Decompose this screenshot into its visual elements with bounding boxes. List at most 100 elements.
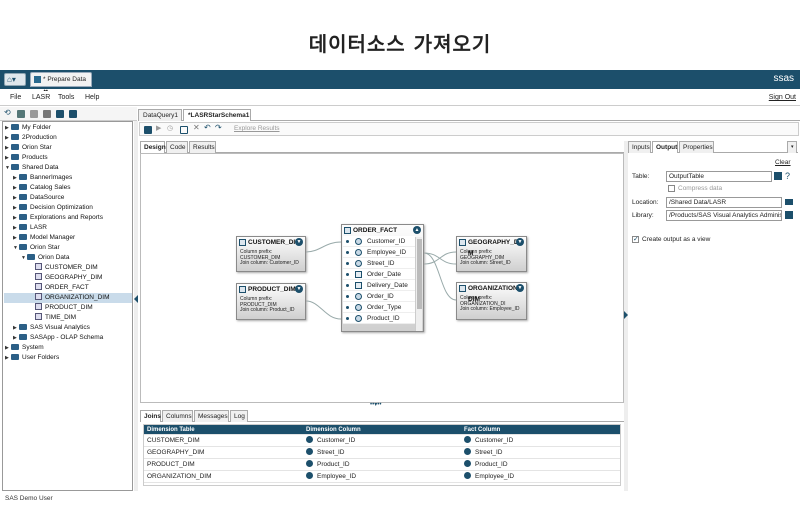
fact-column-item[interactable]: Order_ID <box>343 291 415 302</box>
tree-item[interactable]: ▶ My Folder <box>4 123 51 133</box>
chevron-down-icon[interactable]: ▼ <box>295 285 303 293</box>
tab-columns[interactable]: Columns <box>162 410 193 422</box>
menu-help[interactable]: Help <box>85 94 99 101</box>
bottom-splitter[interactable]: ••▾•• <box>360 401 400 409</box>
tab-code[interactable]: Code <box>166 141 188 153</box>
create-view-checkbox[interactable] <box>632 235 639 243</box>
select-icon[interactable] <box>180 126 188 134</box>
tab-results[interactable]: Results <box>189 141 216 153</box>
menu-tools[interactable]: Tools <box>58 94 74 101</box>
chevron-down-icon[interactable]: ▼ <box>516 284 524 292</box>
collapse-down-icon[interactable]: ••▾•• <box>370 401 381 408</box>
column-scrollbar[interactable] <box>415 237 422 331</box>
scrollbar-thumb[interactable] <box>417 239 422 309</box>
chevron-down-icon[interactable]: ▼ <box>516 238 524 246</box>
tree-item[interactable]: CUSTOMER_DIM <box>4 263 98 273</box>
tree-item[interactable]: ▶ Orion Star <box>4 143 52 153</box>
compress-checkbox[interactable] <box>668 185 675 192</box>
tree-item-label: TIME_DIM <box>45 314 77 321</box>
tree-item[interactable]: ▼ Orion Data <box>4 253 69 263</box>
location-input[interactable]: /Shared Data/LASR <box>666 197 782 208</box>
panel-menu-icon[interactable]: ▾ <box>787 141 797 153</box>
new-folder-icon[interactable] <box>30 110 38 118</box>
explore-results-link[interactable]: Explore Results <box>234 125 280 132</box>
tree-item[interactable]: ▶ System <box>4 343 44 353</box>
tab-inputs[interactable]: Inputs <box>628 141 651 153</box>
pin-icon[interactable] <box>56 110 64 118</box>
tree-item[interactable]: ORDER_FACT <box>4 283 89 293</box>
tree-item[interactable]: ▶ Model Manager <box>4 233 75 243</box>
library-browse-icon[interactable] <box>785 211 793 219</box>
tab-output[interactable]: Output <box>652 141 678 153</box>
chevron-up-icon[interactable]: ▲ <box>413 226 421 234</box>
tab-lasrstarschema1[interactable]: *LASRStarSchema1 <box>183 109 251 121</box>
fact-column-item[interactable]: Order_Date <box>343 269 415 280</box>
join-row[interactable]: GEOGRAPHY_DIM Street_ID Street_ID <box>144 447 620 459</box>
tree-item[interactable]: ▶ Explorations and Reports <box>4 213 103 223</box>
geography-dim-node[interactable]: GEOGRAPHY_DI M ▼ Column prefix: GEOGRAPHY_… <box>456 236 527 272</box>
delete-node-icon[interactable]: ✕ <box>193 123 201 132</box>
fact-column-item[interactable]: Employee_ID <box>343 247 415 258</box>
folder-browse-icon[interactable] <box>785 199 793 205</box>
product-dim-node[interactable]: PRODUCT_DIM ▼ Column prefix: PRODUCT_DIM J… <box>236 283 306 320</box>
tab-design[interactable]: Design <box>140 141 166 153</box>
order-fact-node[interactable]: ORDER_FACT ▲ Customer_ID Employee_ID Street… <box>341 224 424 332</box>
customer-dim-node[interactable]: CUSTOMER_DIM ▼ Column prefix: CUSTOMER_DIM… <box>236 236 306 272</box>
tree-item[interactable]: ORGANIZATION_DIM <box>4 293 132 303</box>
table-input[interactable]: OutputTable <box>666 171 772 182</box>
tree-item[interactable]: ▶ SASApp - OLAP Schema <box>4 333 103 343</box>
tree-item[interactable]: ▶ BannerImages <box>4 173 72 183</box>
join-row[interactable]: CUSTOMER_DIM Customer_ID Customer_ID <box>144 435 620 447</box>
fact-column-item[interactable]: Customer_ID <box>343 236 415 247</box>
tree-item[interactable]: PRODUCT_DIM <box>4 303 93 313</box>
folder-icon <box>11 124 19 130</box>
tree-item[interactable]: ▶ SAS Visual Analytics <box>4 323 90 333</box>
tab-dataquery1[interactable]: DataQuery1 <box>138 109 182 121</box>
tab-messages[interactable]: Messages <box>194 410 229 422</box>
home-button[interactable]: ⌂▾ <box>4 73 26 86</box>
tree-item[interactable]: ▶ DataSource <box>4 193 64 203</box>
tab-properties[interactable]: Properties <box>679 141 714 153</box>
delete-icon[interactable] <box>43 110 51 118</box>
fact-column-item[interactable]: Street_ID <box>343 258 415 269</box>
tree-item[interactable]: ▶ Decision Optimization <box>4 203 93 213</box>
tree-item[interactable]: GEOGRAPHY_DIM <box>4 273 102 283</box>
chevron-down-icon[interactable]: ▼ <box>295 238 303 246</box>
prepare-data-tab[interactable]: * Prepare Data ✖ <box>30 72 92 96</box>
tree-item[interactable]: ▶ LASR <box>4 223 47 233</box>
stop-icon[interactable]: ◷ <box>167 124 175 132</box>
fact-column-item[interactable]: Order_Type <box>343 302 415 313</box>
list-icon[interactable] <box>17 110 25 118</box>
organization-dim-node[interactable]: ORGANIZATION_ DIM ▼ Column prefix: ORGANIZ… <box>456 282 527 320</box>
export-icon[interactable] <box>69 110 77 118</box>
menu-file[interactable]: File <box>10 94 21 101</box>
clear-link[interactable]: Clear <box>775 159 791 166</box>
join-row[interactable]: PRODUCT_DIM Product_ID Product_ID <box>144 459 620 471</box>
table-icon <box>35 283 42 290</box>
sign-out-link[interactable]: Sign Out <box>769 94 796 101</box>
collapse-left-icon[interactable] <box>134 295 138 303</box>
tree-item[interactable]: ▼ Shared Data <box>4 163 59 173</box>
fact-column-item[interactable]: Product_ID <box>343 313 415 324</box>
redo-icon[interactable]: ↷ <box>215 123 223 132</box>
tree-item[interactable]: ▶ Products <box>4 153 48 163</box>
tree-item[interactable]: ▼ Orion Star <box>4 243 60 253</box>
join-row[interactable]: ORGANIZATION_DIM Employee_ID Employee_ID <box>144 471 620 483</box>
refresh-icon[interactable]: ⟲ <box>4 108 12 117</box>
run-icon[interactable]: ▶ <box>156 124 164 132</box>
save-icon[interactable] <box>144 126 152 134</box>
left-splitter[interactable] <box>134 121 138 491</box>
menu-lasr[interactable]: LASR <box>32 94 50 101</box>
tree-item[interactable]: ▶ 2Production <box>4 133 57 143</box>
tab-joins[interactable]: Joins <box>140 410 161 422</box>
undo-icon[interactable]: ↶ <box>204 123 212 132</box>
tree-item[interactable]: TIME_DIM <box>4 313 76 323</box>
tree-item[interactable]: ▶ User Folders <box>4 353 59 363</box>
library-input[interactable]: /Products/SAS Visual Analytics Administr… <box>666 210 782 221</box>
table-grid-icon[interactable] <box>774 172 782 180</box>
fact-column-item[interactable]: Delivery_Date <box>343 280 415 291</box>
tab-log[interactable]: Log <box>230 410 248 422</box>
help-icon[interactable]: ? <box>785 171 793 181</box>
folder-icon <box>19 184 27 190</box>
tree-item[interactable]: ▶ Catalog Sales <box>4 183 70 193</box>
